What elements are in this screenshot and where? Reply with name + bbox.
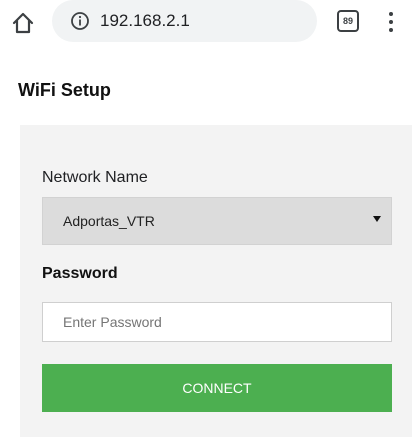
network-name-select[interactable]: Adportas_VTR xyxy=(42,197,392,245)
url-text[interactable]: 192.168.2.1 xyxy=(100,11,190,31)
home-icon[interactable] xyxy=(8,8,38,38)
wifi-setup-card: Network Name Adportas_VTR Password CONNE… xyxy=(20,125,412,437)
password-label: Password xyxy=(42,265,118,282)
tab-switcher-button[interactable]: 89 xyxy=(337,10,359,32)
network-selected-value: Adportas_VTR xyxy=(63,213,155,229)
connect-button[interactable]: CONNECT xyxy=(42,364,392,412)
password-input[interactable] xyxy=(42,302,392,342)
info-icon[interactable] xyxy=(70,11,90,31)
address-bar[interactable]: 192.168.2.1 xyxy=(52,0,317,42)
network-name-label: Network Name xyxy=(42,169,148,186)
vertical-dots-icon[interactable] xyxy=(384,10,398,34)
caret-down-icon xyxy=(373,216,381,222)
browser-toolbar: 192.168.2.1 89 xyxy=(0,0,415,46)
page-title: WiFi Setup xyxy=(18,80,111,100)
